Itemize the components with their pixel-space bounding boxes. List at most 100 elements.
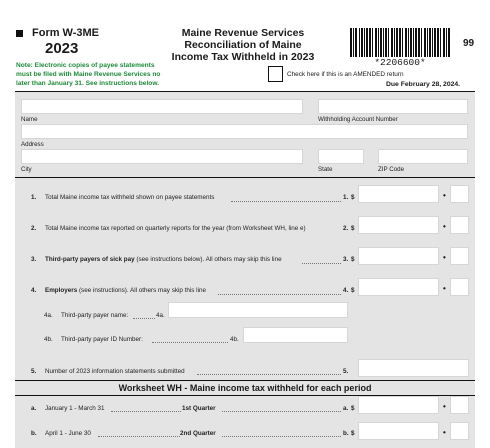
line4-decimal: • bbox=[443, 284, 446, 293]
line4-dollar: $ bbox=[351, 287, 355, 294]
worksheet-row-a-quarter: 1st Quarter bbox=[182, 405, 216, 412]
top-rule bbox=[15, 91, 475, 93]
barcode bbox=[350, 28, 450, 57]
withholding-account-label: Withholding Account Number bbox=[318, 116, 398, 123]
line4-cents-field[interactable] bbox=[450, 278, 469, 296]
line2-decimal: • bbox=[443, 222, 446, 231]
address-field[interactable] bbox=[21, 124, 468, 139]
line3-cents-field[interactable] bbox=[450, 247, 469, 265]
name-label: Name bbox=[21, 116, 38, 123]
line2-amount-field[interactable] bbox=[358, 216, 439, 234]
line1-leader bbox=[231, 201, 341, 202]
withholding-account-field[interactable] bbox=[318, 99, 468, 114]
address-label: Address bbox=[21, 141, 44, 148]
worksheet-row-b-dollar: $ bbox=[351, 430, 355, 437]
worksheet-row-b-letter: b. bbox=[31, 430, 37, 437]
line4b-text: Third-party payer ID Number: bbox=[61, 336, 143, 343]
line1-number: 1. bbox=[31, 194, 37, 201]
line5-count-field[interactable] bbox=[358, 359, 469, 377]
line3-rest: (see instructions below). All others may… bbox=[134, 256, 282, 263]
zip-label: ZIP Code bbox=[378, 166, 405, 173]
form-year: 2023 bbox=[45, 40, 79, 57]
amended-checkbox[interactable] bbox=[268, 66, 283, 82]
line1-amount-field[interactable] bbox=[358, 185, 439, 203]
line4b-ref: 4b. bbox=[230, 336, 239, 343]
title-line1: Maine Revenue Services bbox=[181, 27, 305, 39]
title-line2: Reconciliation of Maine bbox=[184, 39, 302, 51]
title-line3: Income Tax Withheld in 2023 bbox=[171, 51, 315, 63]
worksheet-row-a-ref: a. bbox=[343, 405, 349, 412]
line4-ref: 4. bbox=[343, 287, 349, 294]
line5-ref: 5. bbox=[343, 368, 349, 375]
line3-amount-field[interactable] bbox=[358, 247, 439, 265]
worksheet-row-a-leader2 bbox=[222, 411, 341, 412]
amended-label: Check here if this is an AMENDED return bbox=[287, 71, 404, 78]
worksheet-row-a-dollar: $ bbox=[351, 405, 355, 412]
worksheet-row-a-amount-field[interactable] bbox=[358, 396, 439, 414]
page-code: 99 bbox=[463, 38, 475, 49]
line2-cents-field[interactable] bbox=[450, 216, 469, 234]
form-square-icon bbox=[16, 30, 23, 37]
line2-text: Total Maine income tax reported on quart… bbox=[45, 225, 306, 232]
line1-cents-field[interactable] bbox=[450, 185, 469, 203]
worksheet-row-a-period: January 1 - March 31 bbox=[45, 405, 105, 412]
zip-field[interactable] bbox=[378, 149, 468, 164]
state-label: State bbox=[318, 166, 333, 173]
line3-bold: Third-party payers of sick pay bbox=[45, 256, 135, 263]
line5-leader bbox=[197, 374, 341, 375]
line4b-payer-id-field[interactable] bbox=[243, 327, 348, 343]
note-line1: Note: Electronic copies of payee stateme… bbox=[16, 62, 155, 69]
line2-ref: 2. bbox=[343, 225, 349, 232]
line4-bold: Employers bbox=[45, 287, 78, 294]
line1-decimal: • bbox=[443, 191, 446, 200]
line2-number: 2. bbox=[31, 225, 37, 232]
line3-number: 3. bbox=[31, 256, 37, 263]
barcode-number: *2206600* bbox=[374, 57, 426, 68]
line4a-ref: 4a. bbox=[156, 312, 165, 319]
state-field[interactable] bbox=[318, 149, 364, 164]
note-line2: must be filed with Maine Revenue Service… bbox=[16, 71, 161, 78]
line4-amount-field[interactable] bbox=[358, 278, 439, 296]
line4a-number: 4a. bbox=[44, 312, 53, 319]
line4a-payer-name-field[interactable] bbox=[168, 302, 348, 318]
line5-number: 5. bbox=[31, 368, 37, 375]
worksheet-row-b-ref: b. bbox=[343, 430, 349, 437]
line5-text: Number of 2023 information statements su… bbox=[45, 368, 185, 375]
worksheet-row-b-decimal: • bbox=[443, 428, 446, 437]
line3-decimal: • bbox=[443, 253, 446, 262]
worksheet-row-b-period: April 1 - June 30 bbox=[45, 430, 91, 437]
line4b-leader bbox=[152, 342, 228, 343]
line1-text: Total Maine income tax withheld shown on… bbox=[45, 194, 215, 201]
line4a-leader bbox=[133, 318, 155, 319]
worksheet-row-b-quarter: 2nd Quarter bbox=[180, 430, 216, 437]
line4-text: Employers (see instructions). All others… bbox=[45, 287, 206, 294]
worksheet-row-a-leader1 bbox=[111, 411, 181, 412]
line3-text: Third-party payers of sick pay (see inst… bbox=[45, 256, 282, 263]
worksheet-row-b-leader1 bbox=[98, 436, 180, 437]
due-date: Due February 28, 2024. bbox=[386, 81, 461, 88]
line3-leader bbox=[302, 263, 341, 264]
form-id: Form W-3ME bbox=[32, 27, 99, 39]
section-rule bbox=[15, 177, 475, 179]
worksheet-row-b-amount-field[interactable] bbox=[358, 422, 439, 440]
worksheet-title: Worksheet WH - Maine income tax withheld… bbox=[118, 383, 372, 393]
worksheet-row-a-letter: a. bbox=[31, 405, 37, 412]
worksheet-row-b-leader2 bbox=[222, 436, 341, 437]
line4-rest: (see instructions). All others may skip … bbox=[77, 287, 206, 294]
worksheet-row-b-cents-field[interactable] bbox=[450, 422, 469, 440]
worksheet-row-a-decimal: • bbox=[443, 402, 446, 411]
line3-dollar: $ bbox=[351, 256, 355, 263]
line4b-number: 4b. bbox=[44, 336, 53, 343]
note-line3: later than January 31. See instructions … bbox=[16, 80, 160, 87]
line3-ref: 3. bbox=[343, 256, 349, 263]
line4-leader bbox=[218, 294, 341, 295]
city-field[interactable] bbox=[21, 149, 303, 164]
line4a-text: Third-party payer name: bbox=[61, 312, 129, 319]
city-label: City bbox=[21, 166, 32, 173]
line1-ref: 1. bbox=[343, 194, 349, 201]
name-field[interactable] bbox=[21, 99, 303, 114]
worksheet-row-a-cents-field[interactable] bbox=[450, 396, 469, 414]
worksheet-rule bbox=[15, 380, 475, 382]
line4-number: 4. bbox=[31, 287, 37, 294]
line1-dollar: $ bbox=[351, 194, 355, 201]
